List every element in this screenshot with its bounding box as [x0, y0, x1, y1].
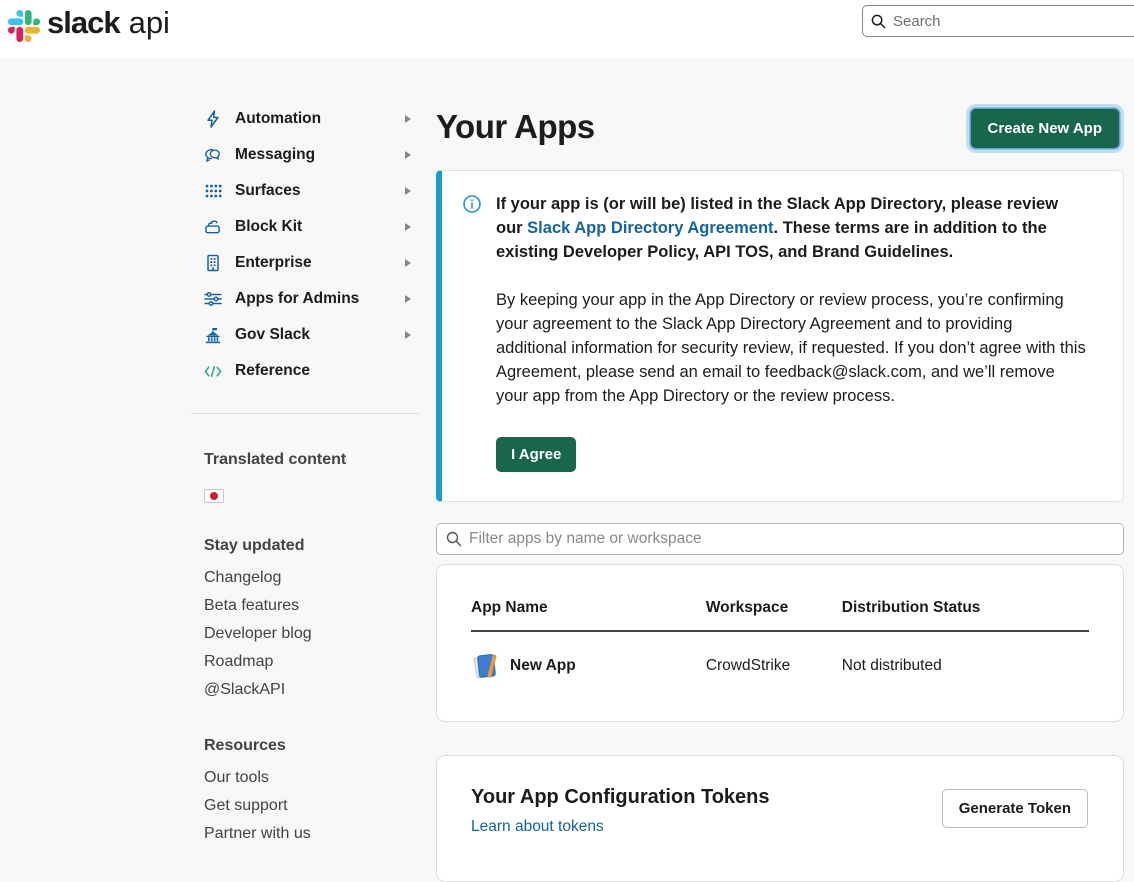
translated-content-heading: Translated content: [191, 451, 419, 469]
sidebar-item-label: Surfaces: [235, 182, 300, 200]
link-roadmap[interactable]: Roadmap: [204, 653, 273, 671]
resources-links: Our tools Get support Partner with us: [191, 764, 419, 848]
slack-logo-icon: [8, 10, 40, 42]
chevron-right-icon: [405, 331, 411, 339]
chevron-right-icon: [405, 223, 411, 231]
sidebar-item-gov-slack[interactable]: Gov Slack: [191, 317, 419, 353]
link-partner-with-us[interactable]: Partner with us: [204, 825, 311, 843]
notice-body: If your app is (or will be) listed in th…: [496, 192, 1087, 472]
app-directory-notice: If your app is (or will be) listed in th…: [436, 170, 1124, 502]
distribution-status-cell: Not distributed: [842, 631, 1089, 681]
title-row: Your Apps Create New App: [436, 106, 1124, 148]
stay-updated-heading: Stay updated: [191, 537, 419, 555]
sidebar-item-label: Apps for Admins: [235, 290, 359, 308]
apps-table-card: App Name Workspace Distribution Status: [436, 564, 1124, 722]
sidebar-item-block-kit[interactable]: Block Kit: [191, 209, 419, 245]
global-search: [862, 5, 1134, 37]
tokens-text-block: Your App Configuration Tokens Learn abou…: [471, 786, 770, 836]
slack-app-directory-agreement-link[interactable]: Slack App Directory Agreement: [527, 219, 773, 237]
sidebar-item-label: Messaging: [235, 146, 315, 164]
list-item: Developer blog: [191, 620, 419, 648]
list-item: Get support: [191, 792, 419, 820]
sidebar-item-messaging[interactable]: Messaging: [191, 137, 419, 173]
sidebar-item-label: Block Kit: [235, 218, 302, 236]
top-header: slackapi: [0, 0, 1134, 57]
stay-updated-links: Changelog Beta features Developer blog R…: [191, 564, 419, 704]
sidebar-item-enterprise[interactable]: Enterprise: [191, 245, 419, 281]
sidebar-divider: [191, 413, 419, 414]
japan-flag-icon[interactable]: [204, 489, 224, 503]
table-header-row: App Name Workspace Distribution Status: [471, 599, 1089, 631]
link-our-tools[interactable]: Our tools: [204, 769, 269, 787]
japan-flag-dot: [210, 492, 218, 500]
filter-apps-input[interactable]: [469, 530, 1114, 548]
search-icon: [446, 531, 462, 547]
info-icon: [463, 195, 481, 472]
lightning-icon: [204, 110, 222, 128]
sidebar-item-apps-for-admins[interactable]: Apps for Admins: [191, 281, 419, 317]
sliders-icon: [204, 290, 222, 308]
generate-token-button[interactable]: Generate Token: [942, 789, 1088, 828]
notice-paragraph-2: By keeping your app in the App Directory…: [496, 288, 1087, 408]
chevron-right-icon: [405, 187, 411, 195]
blocks-icon: [204, 218, 222, 236]
sidebar: Automation Messaging Surfaces: [191, 57, 419, 848]
sidebar-item-surfaces[interactable]: Surfaces: [191, 173, 419, 209]
link-developer-blog[interactable]: Developer blog: [204, 625, 312, 643]
list-item: Our tools: [191, 764, 419, 792]
app-cell[interactable]: New App: [471, 651, 706, 681]
link-beta-features[interactable]: Beta features: [204, 597, 299, 615]
search-icon: [871, 14, 886, 29]
main-content: Your Apps Create New App If your app is …: [436, 57, 1124, 882]
i-agree-button[interactable]: I Agree: [496, 437, 576, 472]
code-icon: [204, 362, 222, 380]
chevron-right-icon: [405, 115, 411, 123]
create-new-app-button[interactable]: Create New App: [971, 109, 1119, 148]
list-item: Roadmap: [191, 648, 419, 676]
link-slackapi[interactable]: @SlackAPI: [204, 681, 285, 699]
chevron-right-icon: [405, 259, 411, 267]
column-header-workspace: Workspace: [706, 599, 842, 631]
sidebar-item-label: Reference: [235, 362, 310, 380]
chevron-right-icon: [405, 151, 411, 159]
list-item: Beta features: [191, 592, 419, 620]
sidebar-item-label: Automation: [235, 110, 321, 128]
slack-api-logo[interactable]: slackapi: [8, 4, 170, 42]
column-header-distribution-status: Distribution Status: [842, 599, 1089, 631]
column-header-app-name: App Name: [471, 599, 706, 631]
tokens-title: Your App Configuration Tokens: [471, 786, 770, 809]
learn-about-tokens-link[interactable]: Learn about tokens: [471, 818, 604, 836]
chat-bubbles-icon: [204, 146, 222, 164]
sidebar-item-label: Gov Slack: [235, 326, 310, 344]
app-name: New App: [510, 657, 576, 675]
notice-paragraph-1: If your app is (or will be) listed in th…: [496, 192, 1087, 264]
link-get-support[interactable]: Get support: [204, 797, 288, 815]
list-item: @SlackAPI: [191, 676, 419, 704]
apps-table: App Name Workspace Distribution Status: [471, 599, 1089, 681]
table-row[interactable]: New App CrowdStrike Not distributed: [471, 631, 1089, 681]
app-icon: [471, 651, 501, 681]
sidebar-item-label: Enterprise: [235, 254, 312, 272]
logo-wordmark: slack: [47, 5, 120, 41]
page-title: Your Apps: [436, 108, 595, 146]
workspace-cell: CrowdStrike: [706, 631, 842, 681]
sidebar-item-reference[interactable]: Reference: [191, 353, 419, 389]
chevron-right-icon: [405, 295, 411, 303]
link-changelog[interactable]: Changelog: [204, 569, 281, 587]
config-tokens-card: Your App Configuration Tokens Learn abou…: [436, 755, 1124, 882]
sidebar-item-automation[interactable]: Automation: [191, 101, 419, 137]
list-item: Partner with us: [191, 820, 419, 848]
resources-heading: Resources: [191, 737, 419, 755]
search-input[interactable]: [893, 13, 1123, 30]
building-icon: [204, 254, 222, 272]
logo-suffix: api: [129, 5, 170, 41]
filter-apps-bar: [436, 523, 1124, 555]
grid-dots-icon: [204, 182, 222, 200]
government-building-icon: [204, 326, 222, 344]
list-item: Changelog: [191, 564, 419, 592]
